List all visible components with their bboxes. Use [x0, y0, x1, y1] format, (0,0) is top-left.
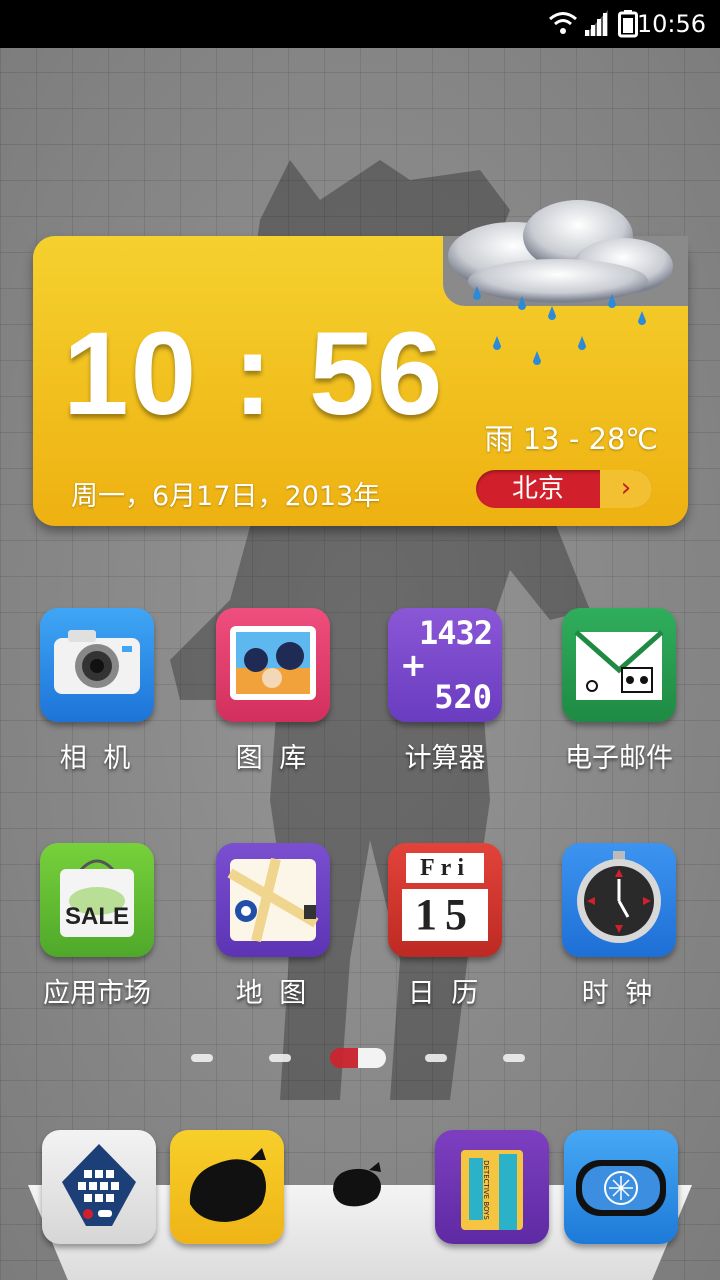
calendar-date: 15: [402, 889, 488, 941]
rain-cloud-icon: [448, 200, 673, 365]
sale-badge: SALE: [64, 903, 129, 930]
calculator-digits-bottom: 520: [434, 678, 492, 716]
map-icon: [216, 843, 330, 957]
weather-summary: 雨 13 - 28℃: [484, 422, 659, 456]
app-label: 相 机: [59, 743, 135, 774]
app-calculator[interactable]: 1432 + 520 计算器: [360, 608, 530, 775]
browser-icon[interactable]: DETECTIVE BOYS: [435, 1130, 549, 1244]
status-time: 10:56: [636, 10, 706, 38]
app-calendar[interactable]: Fri 15 日 历: [360, 843, 530, 1010]
page-indicator[interactable]: [0, 1048, 720, 1070]
app-map[interactable]: 地 图: [188, 843, 358, 1010]
widget-clock-time[interactable]: 10 : 56: [63, 306, 444, 442]
app-label: 电子邮件: [565, 743, 673, 774]
app-clock[interactable]: 时 钟: [534, 843, 704, 1010]
page-dot[interactable]: [269, 1054, 291, 1062]
shopping-bag-icon: SALE: [40, 843, 154, 957]
city-selector-button[interactable]: 北京 ›: [476, 470, 652, 508]
widget-date: 周一，6月17日，2013年: [71, 481, 381, 512]
app-email[interactable]: 电子邮件: [534, 608, 704, 775]
page-dot[interactable]: [425, 1054, 447, 1062]
status-bar: 10:56: [0, 0, 720, 48]
calendar-icon: Fri 15: [388, 843, 502, 957]
app-gallery[interactable]: 图 库: [188, 608, 358, 775]
camera-icon: [40, 608, 154, 722]
app-label: 地 图: [235, 978, 311, 1009]
mail-icon: [562, 608, 676, 722]
contacts-icon[interactable]: [170, 1130, 284, 1244]
app-market[interactable]: SALE 应用市场: [12, 843, 182, 1010]
city-name: 北京: [511, 474, 564, 504]
dialer-icon[interactable]: [42, 1130, 156, 1244]
app-label: 应用市场: [43, 978, 151, 1009]
app-camera[interactable]: 相 机: [12, 608, 182, 775]
app-label: 计算器: [404, 743, 486, 774]
settings-icon[interactable]: [564, 1130, 678, 1244]
signal-icon: [584, 10, 608, 36]
clock-icon: [562, 843, 676, 957]
app-drawer-icon[interactable]: [303, 1130, 417, 1244]
page-dot[interactable]: [503, 1054, 525, 1062]
app-label: 图 库: [235, 743, 311, 774]
calculator-icon: 1432 + 520: [388, 608, 502, 722]
app-label: 日 历: [407, 978, 483, 1009]
page-dot-active[interactable]: [330, 1048, 386, 1068]
wifi-icon: [549, 12, 577, 34]
page-dot[interactable]: [191, 1054, 213, 1062]
detective-boys-text: DETECTIVE BOYS: [482, 1160, 490, 1220]
calendar-day: Fri: [406, 853, 484, 883]
app-label: 时 钟: [581, 978, 657, 1009]
gallery-icon: [216, 608, 330, 722]
chevron-right-icon: ›: [600, 470, 652, 508]
battery-icon: [618, 10, 638, 38]
